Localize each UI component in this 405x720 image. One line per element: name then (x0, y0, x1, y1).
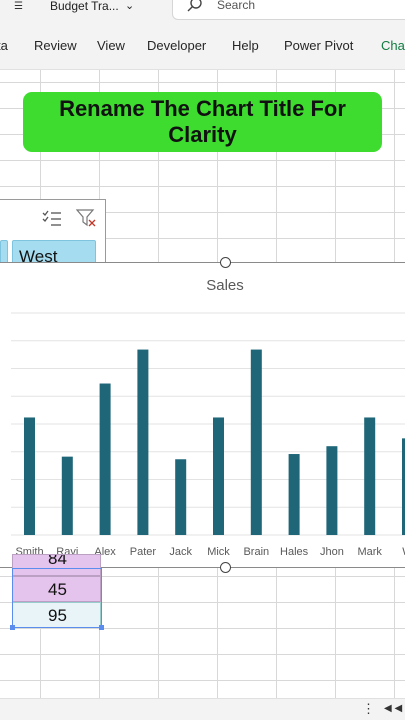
tab-developer[interactable]: Developer (147, 38, 206, 53)
more-options-icon[interactable]: ⋮ (362, 701, 375, 717)
sheet-nav-icon[interactable]: ◀ ◀ (384, 703, 402, 714)
chart-bar-jhon[interactable] (326, 446, 338, 535)
search-placeholder: Search (217, 0, 256, 12)
quick-access-dropdown-icon[interactable]: ☰ (14, 1, 23, 12)
tutorial-banner: Rename The Chart Title For Clarity (23, 92, 382, 152)
chart-category-label: Jhon (320, 546, 344, 558)
chart-bar-jack[interactable] (175, 459, 187, 535)
tab-data[interactable]: ta (0, 38, 8, 53)
tab-review[interactable]: Review (34, 38, 77, 53)
chart-category-label: Pater (130, 546, 157, 558)
chart-category-label: Jack (169, 546, 192, 558)
chart-bar-mark[interactable] (364, 417, 376, 535)
chart-resize-handle-bottom[interactable] (220, 562, 231, 573)
chevron-down-icon[interactable]: ⌄ (125, 0, 134, 12)
chart-plot-area: Smith Ravi Alex Pater Jack Mick Brain Hales Jhon… (11, 312, 405, 558)
cell-partial-value: 84 (48, 554, 67, 568)
tab-chart-design[interactable]: Cha (381, 38, 405, 53)
banner-text: Rename The Chart Title For Clarity (59, 96, 346, 147)
clear-filter-icon[interactable] (76, 209, 96, 227)
selection-outline (12, 568, 102, 628)
document-title[interactable]: Budget Tra... (50, 0, 119, 13)
selection-handle-right[interactable] (99, 625, 104, 630)
search-box[interactable]: Search (172, 0, 405, 20)
title-bar: ☰ Budget Tra... ⌄ Search (0, 0, 405, 26)
chart-resize-handle-top[interactable] (220, 257, 231, 268)
tab-view[interactable]: View (97, 38, 125, 53)
chart-category-label: Mick (207, 546, 230, 558)
chart-bar-hales[interactable] (288, 454, 300, 535)
multi-select-icon[interactable] (42, 209, 62, 227)
tab-power-pivot[interactable]: Power Pivot (284, 38, 353, 53)
excel-window: ☰ Budget Tra... ⌄ Search ta Review View … (0, 0, 405, 720)
chart-category-label: Hales (280, 546, 309, 558)
chart-bar-ravi[interactable] (61, 456, 73, 535)
chart-bar-brain[interactable] (250, 349, 262, 535)
chart-bar-smith[interactable] (24, 417, 35, 535)
chart-bar-alex[interactable] (99, 383, 111, 535)
search-icon (187, 0, 202, 12)
chart-bar-pater[interactable] (137, 349, 149, 535)
chart-category-label: Brain (243, 546, 269, 558)
status-bar: ⋮ ◀ ◀ (0, 698, 405, 720)
sales-chart[interactable]: Sales Smith Ravi Alex Pater Jack Mick Brain Hal… (0, 262, 405, 568)
region-slicer[interactable]: West (0, 199, 106, 271)
chart-category-label: Mark (357, 546, 382, 558)
tab-help[interactable]: Help (232, 38, 259, 53)
chart-bar-mick[interactable] (213, 417, 224, 535)
selection-handle-left[interactable] (10, 625, 15, 630)
ribbon-tabs: ta Review View Developer Help Power Pivo… (0, 26, 405, 70)
